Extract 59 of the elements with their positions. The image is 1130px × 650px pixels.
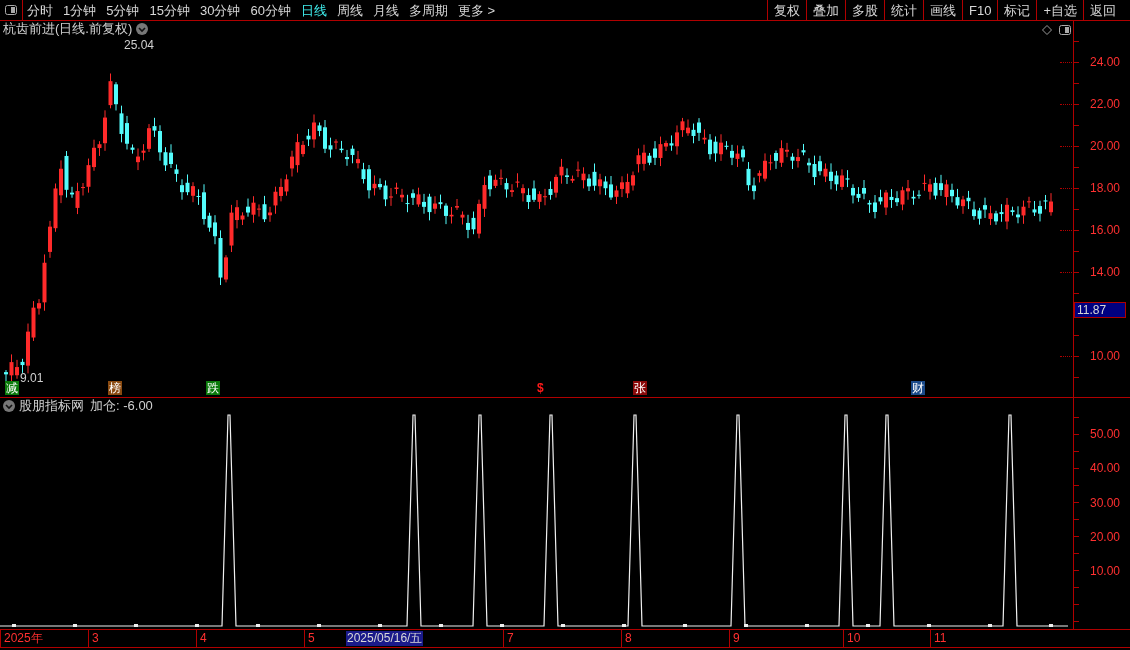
axis-label: 30.00 [1090,497,1121,509]
period-tab[interactable]: 1分钟 [63,3,97,17]
high-price-label: 25.04 [124,39,155,51]
period-tab[interactable]: 5分钟 [106,3,140,17]
toolbar-button[interactable]: 叠加 [806,0,845,20]
toolbar-button[interactable]: 标记 [997,0,1037,20]
event-marker[interactable]: 张 [633,381,647,395]
period-tab[interactable]: 周线 [336,3,363,17]
toolbar-button[interactable]: 复权 [767,0,806,20]
indicator-reading: 加仓: -6.00 [90,399,153,412]
period-tab[interactable]: 多周期 [408,3,448,17]
period-tab[interactable]: 15分钟 [149,3,190,17]
toolbar-button[interactable]: F10 [962,0,998,20]
axis-label: 40.00 [1090,462,1121,474]
toolbar-button[interactable]: 画线 [923,0,962,20]
date-label: 9 [732,631,741,646]
axis-label: 10.00 [1090,565,1121,577]
dropdown-icon[interactable] [3,399,15,412]
axis-label: 50.00 [1090,428,1121,440]
toolbar-button[interactable]: 多股 [845,0,884,20]
axis-label: 16.00 [1090,224,1121,236]
current-price-label: 11.87 [1074,302,1126,318]
diamond-icon[interactable] [1042,25,1052,35]
toolbar-button[interactable]: +自选 [1036,0,1083,20]
date-label: 4 [199,631,208,646]
date-label: 2025/05/16/五 [346,631,424,646]
panel-toggle-icon[interactable] [5,5,17,15]
axis-label: 18.00 [1090,182,1121,194]
period-tab[interactable]: 更多 > [457,3,496,17]
axis-label: 22.00 [1090,98,1121,110]
toolbar-button[interactable]: 统计 [884,0,923,20]
event-marker[interactable]: 减 [5,381,19,395]
axis-label: 10.00 [1090,350,1121,362]
axis-label: 24.00 [1090,56,1121,68]
period-tab[interactable]: 月线 [372,3,399,17]
chart-title: 杭齿前进(日线.前复权) [3,22,133,35]
date-label: 10 [846,631,862,646]
date-label: 8 [624,631,633,646]
period-tab[interactable]: 30分钟 [199,3,241,17]
event-marker[interactable]: $ [536,381,545,395]
date-label: 2025年 [3,631,44,646]
event-marker[interactable]: 榜 [108,381,122,395]
period-tab[interactable]: 分时 [27,3,53,17]
low-price-label: 9.01 [20,372,44,384]
date-label: 11 [933,631,948,646]
axis-label: 14.00 [1090,266,1121,278]
period-tab[interactable]: 60分钟 [250,3,291,17]
axis-label: 20.00 [1090,140,1121,152]
date-label: 3 [91,631,100,646]
date-label: 5 [307,631,316,646]
period-tab[interactable]: 日线 [300,3,327,17]
axis-label: 20.00 [1090,531,1121,543]
panel-toggle-icon[interactable] [1059,25,1071,35]
toolbar-button[interactable]: 返回 [1083,0,1122,20]
dropdown-icon[interactable] [136,22,149,35]
event-marker[interactable]: 财 [911,381,925,395]
indicator-name: 股朋指标网 [19,399,84,412]
date-label: 7 [506,631,515,646]
event-marker[interactable]: 跌 [206,381,220,395]
